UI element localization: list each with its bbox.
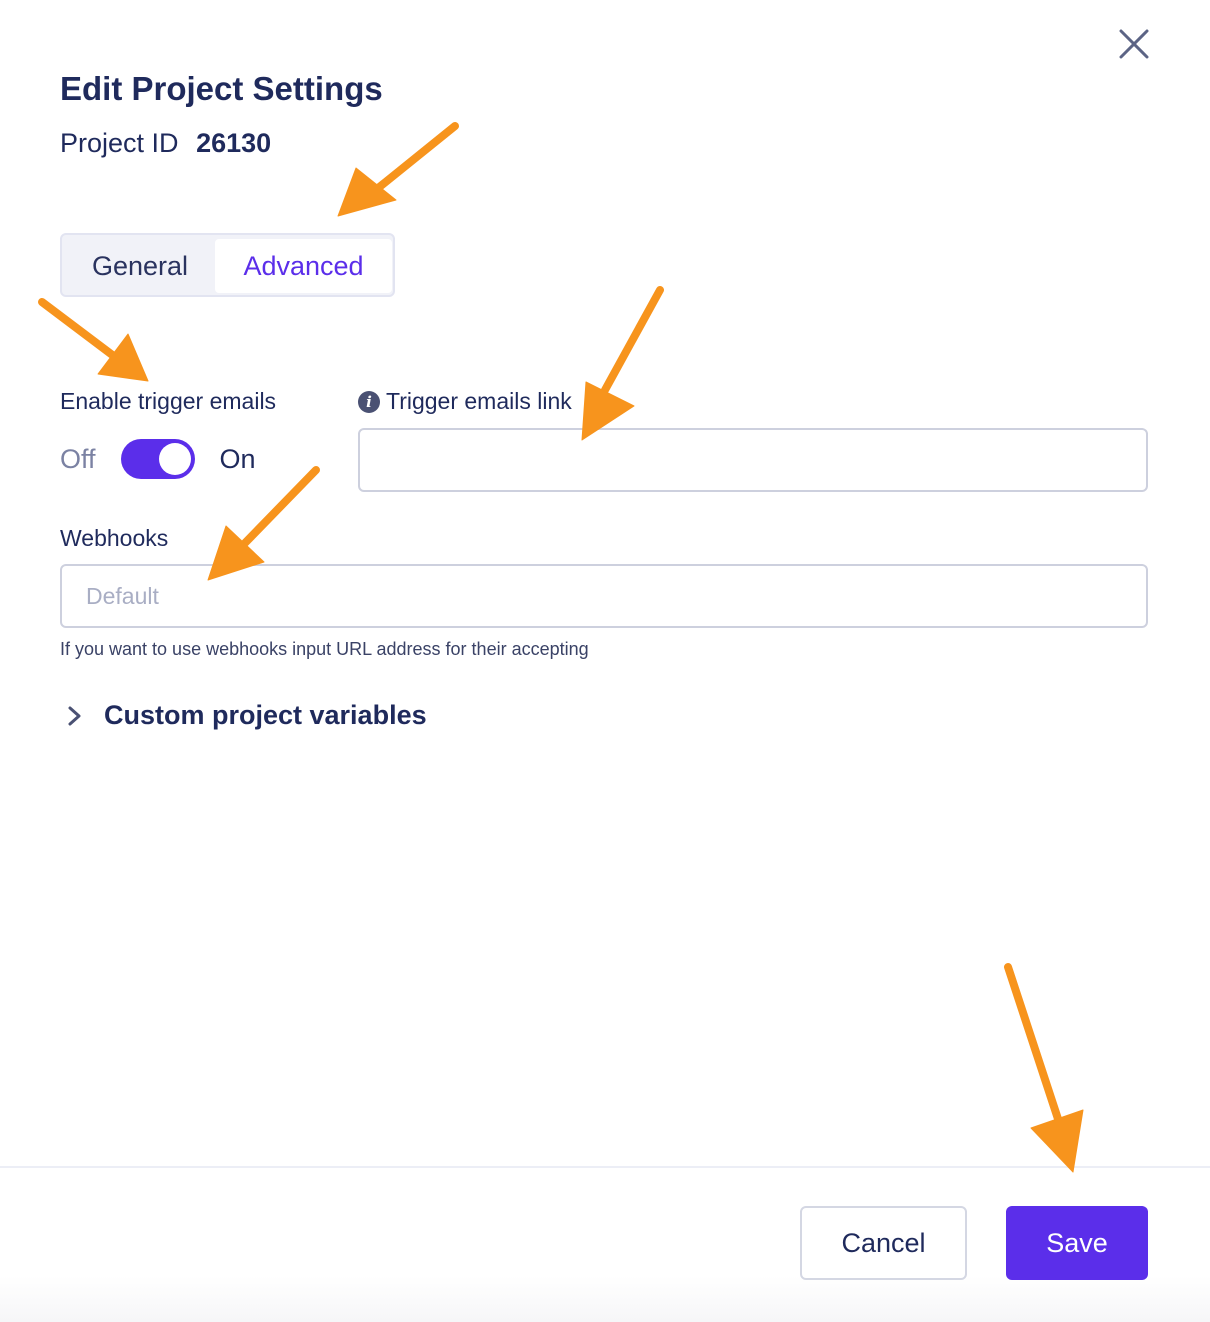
settings-tabs: General Advanced xyxy=(60,233,395,297)
toggle-on-label: On xyxy=(219,443,256,474)
custom-variables-toggle[interactable]: Custom project variables xyxy=(60,700,427,731)
webhooks-input[interactable] xyxy=(60,564,1148,628)
trigger-link-input[interactable] xyxy=(358,428,1148,492)
chevron-right-icon xyxy=(68,706,81,725)
info-icon[interactable]: i xyxy=(358,390,380,413)
annotation-arrow-icon xyxy=(581,286,664,441)
webhooks-label: Webhooks xyxy=(60,525,169,551)
annotation-arrow-icon xyxy=(1004,963,1084,1173)
trigger-link-label: i Trigger emails link xyxy=(358,388,572,415)
trigger-link-label-text: Trigger emails link xyxy=(386,388,572,414)
custom-variables-label: Custom project variables xyxy=(104,700,427,730)
annotation-arrows xyxy=(38,122,1084,1173)
save-button[interactable]: Save xyxy=(1006,1206,1148,1280)
tab-general[interactable]: General xyxy=(66,239,214,293)
project-id-value: 26130 xyxy=(196,128,272,158)
close-button[interactable] xyxy=(1112,22,1156,66)
trigger-emails-toggle[interactable] xyxy=(120,439,195,479)
close-icon xyxy=(1119,29,1149,59)
trigger-emails-toggle-row: Off On xyxy=(60,438,256,480)
annotation-arrow-icon xyxy=(38,298,149,382)
webhooks-hint: If you want to use webhooks input URL ad… xyxy=(60,639,589,659)
project-id-label: Project ID xyxy=(60,128,179,158)
dialog-title: Edit Project Settings xyxy=(60,70,383,107)
tab-advanced[interactable]: Advanced xyxy=(215,239,392,293)
trigger-emails-label: Enable trigger emails xyxy=(60,388,277,414)
project-id: Project ID 26130 xyxy=(60,128,271,159)
cancel-button[interactable]: Cancel xyxy=(800,1206,967,1280)
toggle-knob xyxy=(158,443,191,475)
annotation-arrow-icon xyxy=(337,122,459,217)
toggle-off-label: Off xyxy=(60,443,96,474)
